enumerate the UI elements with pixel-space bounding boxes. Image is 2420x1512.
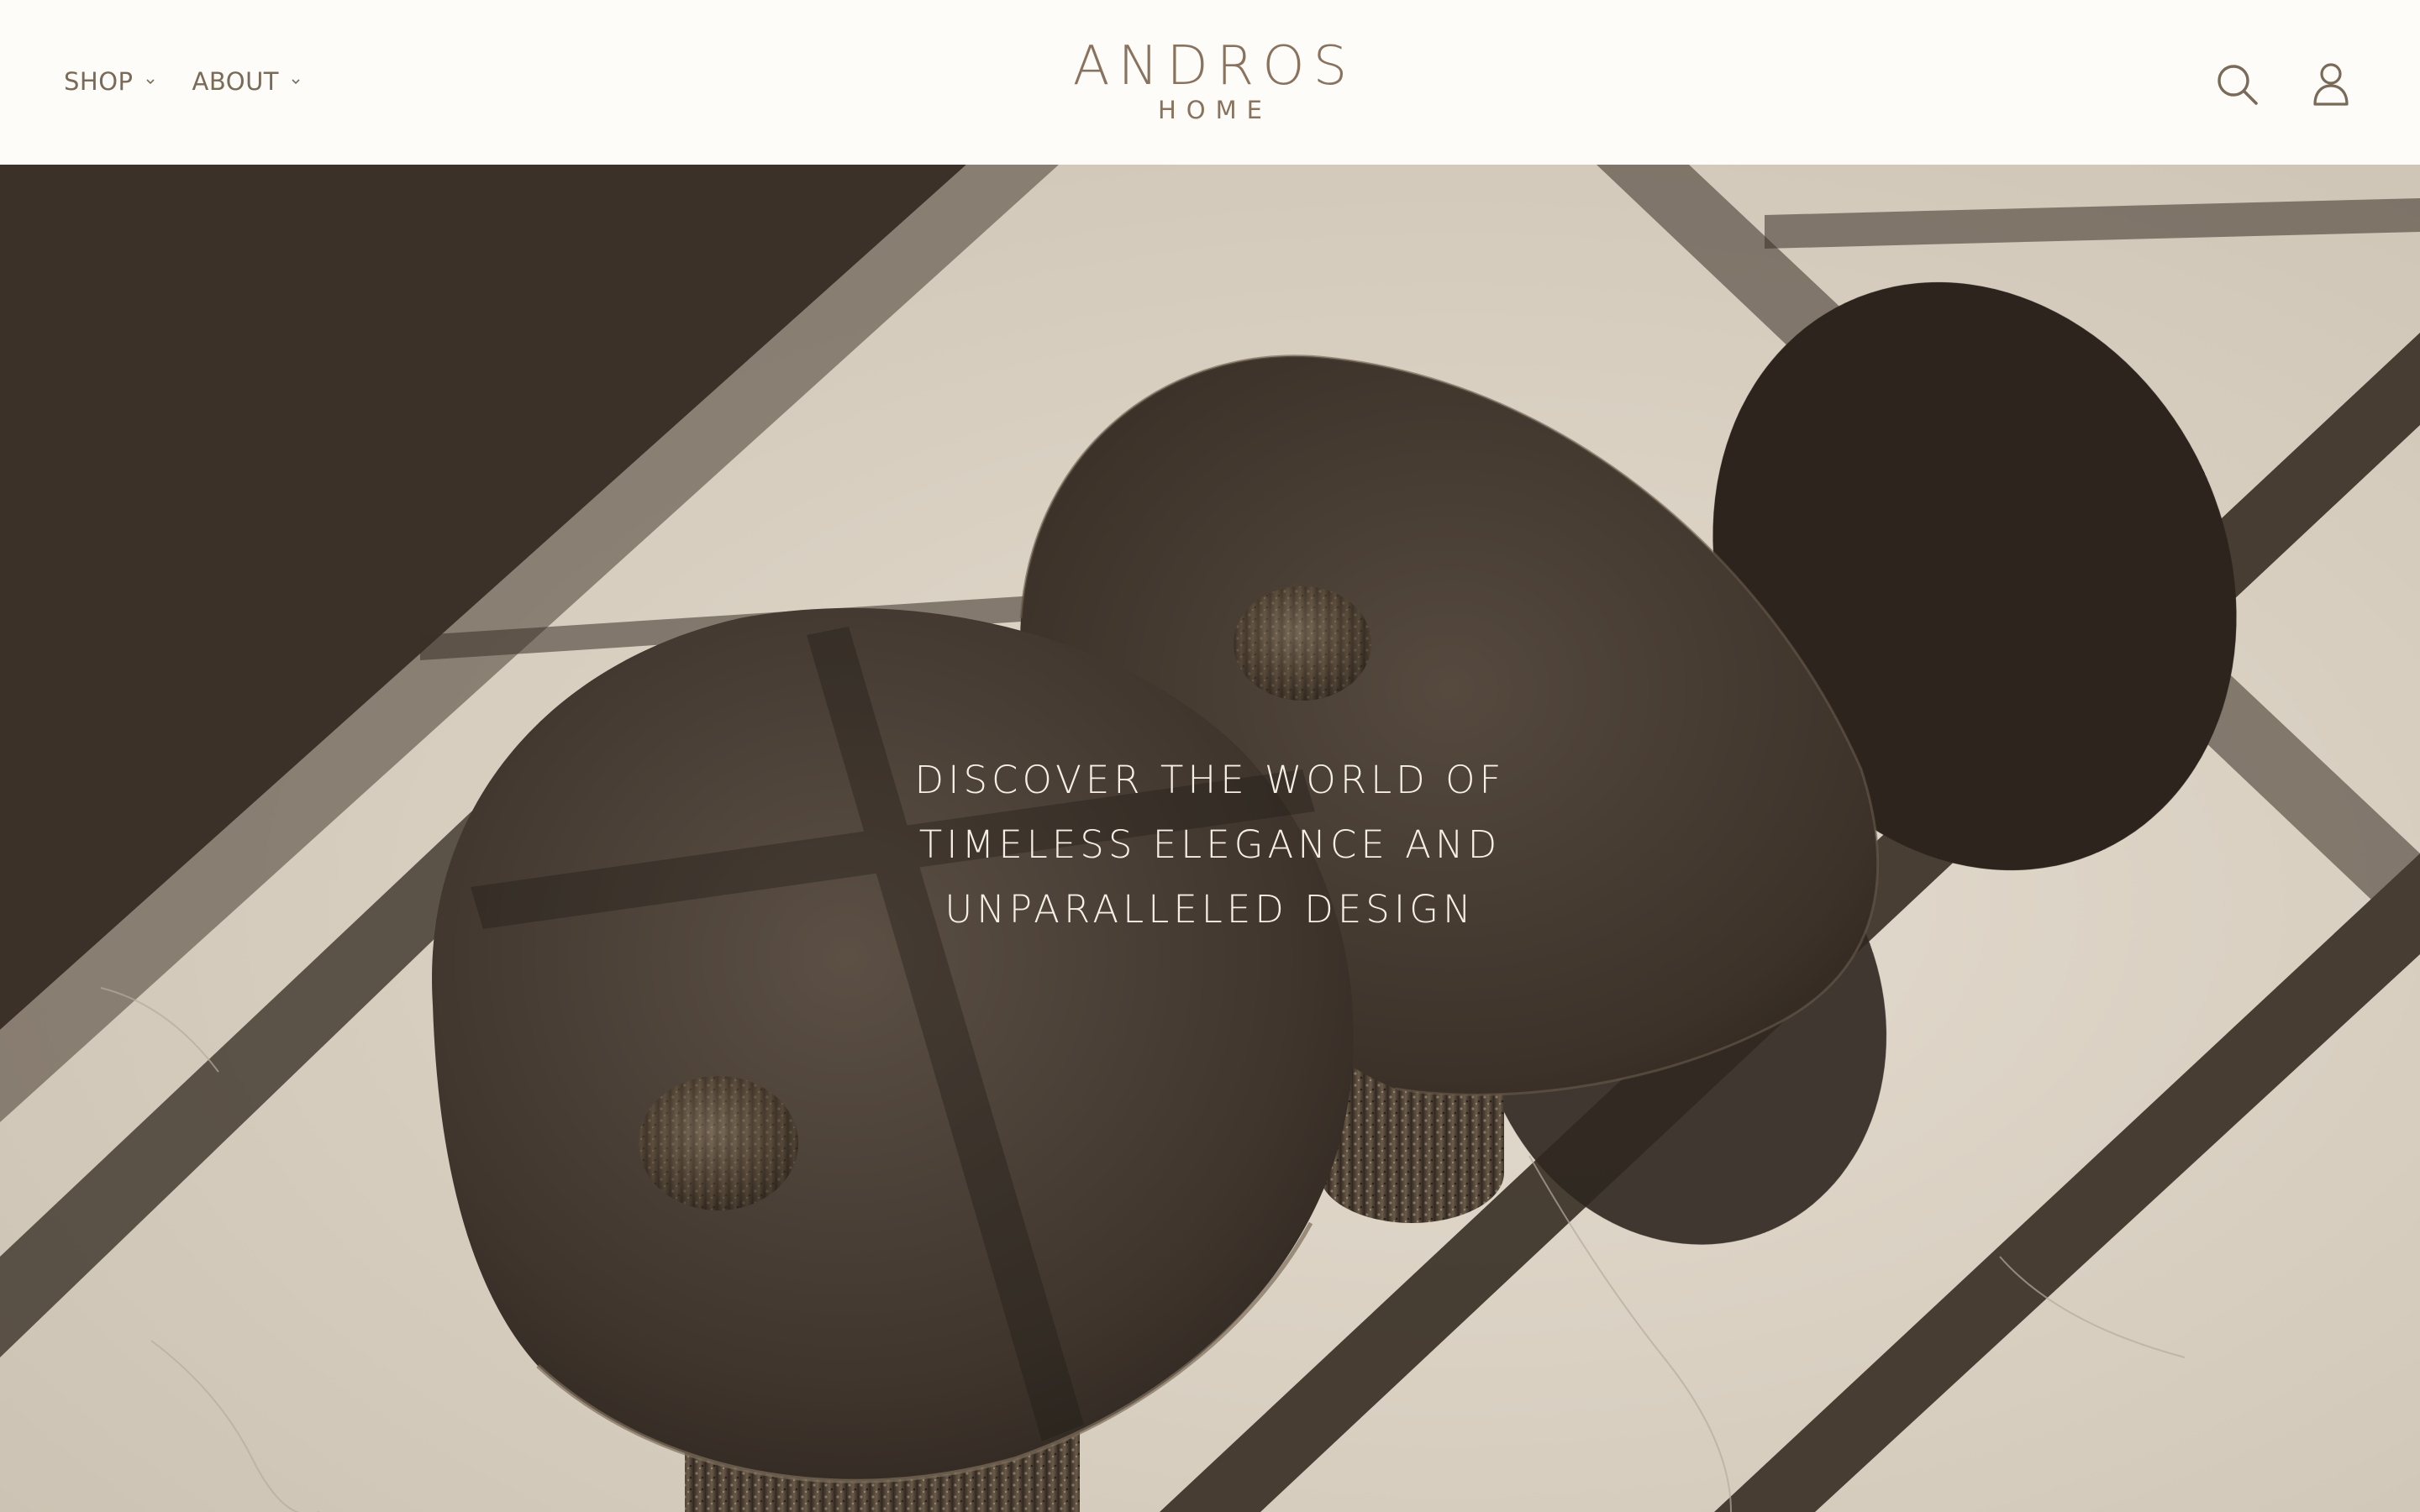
logo-wordmark: ANDROS xyxy=(1072,35,1356,97)
brand-logo[interactable]: ANDROS HOME xyxy=(0,37,2420,124)
logo-subtitle: HOME xyxy=(1158,96,1272,124)
hero-headline: DISCOVER THE WORLD OF TIMELESS ELEGANCE … xyxy=(0,748,2420,942)
hero-line-3: UNPARALLELED DESIGN xyxy=(944,887,1476,932)
hero-banner[interactable]: DISCOVER THE WORLD OF TIMELESS ELEGANCE … xyxy=(0,165,2420,1512)
hero-line-1: DISCOVER THE WORLD OF xyxy=(914,758,1506,802)
header-actions xyxy=(2213,60,2354,108)
site-header: SHOP ABOUT ANDROS HOME xyxy=(0,0,2420,165)
hero-line-2: TIMELESS ELEGANCE AND xyxy=(918,822,1502,867)
search-icon[interactable] xyxy=(2213,60,2260,108)
account-icon[interactable] xyxy=(2307,60,2354,108)
